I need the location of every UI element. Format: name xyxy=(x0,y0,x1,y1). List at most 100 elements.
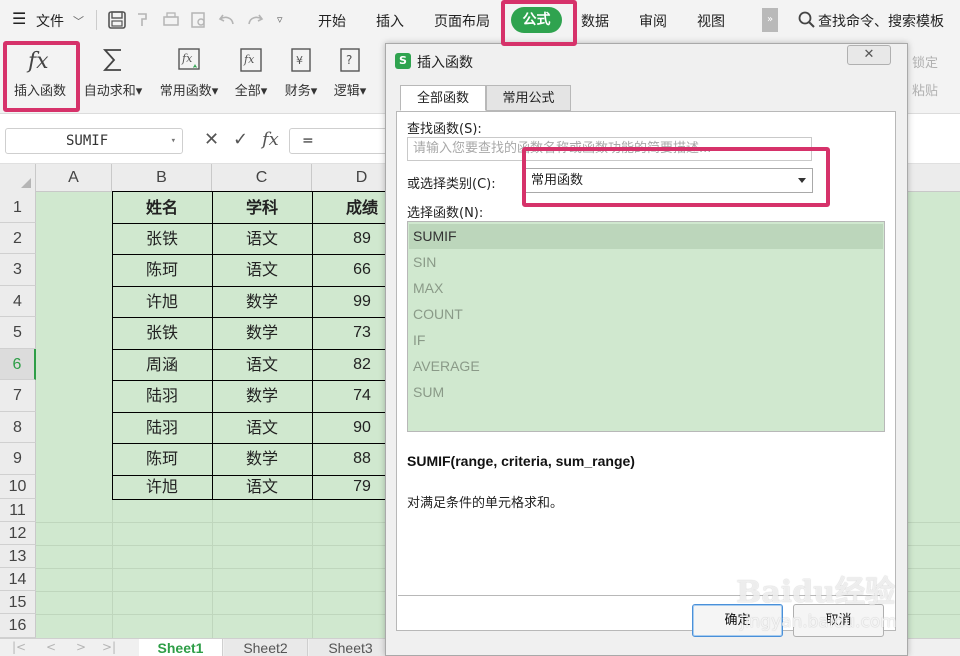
table-cell[interactable]: 陈珂 xyxy=(112,443,212,475)
paste-label[interactable]: 粘贴 xyxy=(912,80,938,99)
header-cell-name[interactable]: 姓名 xyxy=(112,192,212,223)
tab-data[interactable]: 数据 xyxy=(581,11,609,31)
command-search[interactable]: 查找命令、搜索模板 xyxy=(818,11,944,31)
last-sheet-icon[interactable]: >| xyxy=(102,640,116,654)
quick-access-dropdown-icon[interactable]: ▿ xyxy=(277,13,283,26)
table-cell[interactable]: 陆羽 xyxy=(112,412,212,443)
tab-view[interactable]: 视图 xyxy=(697,11,725,31)
print-preview-icon[interactable] xyxy=(189,10,209,30)
fx-box-icon: fx xyxy=(240,48,262,72)
column-header-c[interactable]: C xyxy=(212,164,312,192)
cancel-formula-icon[interactable]: ✕ xyxy=(204,129,219,150)
function-list[interactable]: SUMIF SIN MAX COUNT IF AVERAGE SUM xyxy=(407,221,885,432)
finance-label: 财务▾ xyxy=(284,84,318,99)
search-icon[interactable] xyxy=(797,10,817,30)
print-icon[interactable] xyxy=(161,10,181,30)
redo-icon[interactable] xyxy=(245,10,265,30)
sheet-tab-sheet3[interactable]: Sheet3 xyxy=(309,639,393,656)
dialog-title-bar[interactable]: S 插入函数 ✕ xyxy=(386,44,907,78)
table-cell[interactable]: 陈珂 xyxy=(112,254,212,286)
table-cell[interactable]: 语文 xyxy=(212,254,312,286)
wps-logo-icon: S xyxy=(395,53,411,69)
column-header-b[interactable]: B xyxy=(112,164,212,192)
row-header[interactable]: 4 xyxy=(0,286,36,317)
first-sheet-icon[interactable]: |< xyxy=(12,640,26,654)
all-functions-button[interactable]: fx 全部▾ xyxy=(230,40,272,110)
format-painter-icon[interactable] xyxy=(134,10,154,30)
tab-home[interactable]: 开始 xyxy=(318,11,346,31)
save-icon[interactable] xyxy=(107,10,127,30)
formula-input[interactable]: = xyxy=(289,128,399,154)
table-cell[interactable]: 许旭 xyxy=(112,286,212,317)
watermark-logo: Baidu经验 xyxy=(736,575,895,610)
row-header[interactable]: 14 xyxy=(0,568,36,591)
table-cell[interactable]: 张铁 xyxy=(112,223,212,254)
row-header[interactable]: 2 xyxy=(0,223,36,254)
name-box-dropdown-icon[interactable]: ▾ xyxy=(171,129,176,153)
confirm-formula-icon[interactable]: ✓ xyxy=(233,129,248,150)
row-header[interactable]: 1 xyxy=(0,192,36,223)
chevron-down-icon[interactable]: ﹀ xyxy=(73,13,84,29)
row-header-active[interactable]: 6 xyxy=(0,349,36,380)
table-cell[interactable]: 张铁 xyxy=(112,317,212,349)
list-item-selected[interactable]: SUMIF xyxy=(409,224,883,249)
row-header[interactable]: 9 xyxy=(0,443,36,475)
menu-file[interactable]: 文件 xyxy=(36,11,64,31)
row-header[interactable]: 5 xyxy=(0,317,36,349)
dialog-title: 插入函数 xyxy=(417,55,473,71)
row-header[interactable]: 7 xyxy=(0,380,36,412)
table-cell[interactable]: 周涵 xyxy=(112,349,212,380)
list-item[interactable]: IF xyxy=(409,328,883,353)
tab-common-formulas[interactable]: 常用公式 xyxy=(486,85,571,111)
lock-label[interactable]: 锁定 xyxy=(912,52,938,71)
fx-icon[interactable]: fx xyxy=(262,129,279,150)
common-functions-button[interactable]: fx 常用函数▾ xyxy=(154,40,224,110)
tab-review[interactable]: 审阅 xyxy=(639,11,667,31)
table-cell[interactable]: 语文 xyxy=(212,475,312,499)
row-header[interactable]: 8 xyxy=(0,412,36,443)
row-header[interactable]: 13 xyxy=(0,545,36,568)
list-item[interactable]: AVERAGE xyxy=(409,354,883,379)
row-header[interactable]: 11 xyxy=(0,499,36,522)
highlight-insert-function xyxy=(3,41,80,112)
name-box[interactable]: SUMIF ▾ xyxy=(5,128,183,154)
row-header[interactable]: 12 xyxy=(0,522,36,545)
list-item[interactable]: COUNT xyxy=(409,302,883,327)
list-item[interactable]: SIN xyxy=(409,250,883,275)
table-cell[interactable]: 数学 xyxy=(212,443,312,475)
row-header[interactable]: 10 xyxy=(0,475,36,499)
sheet-tab-sheet2[interactable]: Sheet2 xyxy=(224,639,308,656)
hamburger-menu-icon[interactable]: ☰ xyxy=(12,9,26,28)
table-cell[interactable]: 许旭 xyxy=(112,475,212,499)
table-cell[interactable]: 数学 xyxy=(212,380,312,412)
finance-button[interactable]: ¥ 财务▾ xyxy=(279,40,323,110)
prev-sheet-icon[interactable]: < xyxy=(46,640,56,654)
tab-insert[interactable]: 插入 xyxy=(376,11,404,31)
svg-text:?: ? xyxy=(346,53,352,67)
column-header-a[interactable]: A xyxy=(36,164,112,192)
logic-button[interactable]: ? 逻辑▾ xyxy=(328,40,372,110)
row-header[interactable]: 3 xyxy=(0,254,36,286)
tab-page-layout[interactable]: 页面布局 xyxy=(434,11,490,31)
close-button[interactable]: ✕ xyxy=(847,45,891,65)
autosum-button[interactable]: 自动求和▾ xyxy=(78,40,148,110)
next-sheet-icon[interactable]: > xyxy=(76,640,86,654)
table-cell[interactable]: 数学 xyxy=(212,286,312,317)
select-all-corner[interactable] xyxy=(0,164,36,192)
row-header[interactable]: 16 xyxy=(0,614,36,638)
table-cell[interactable]: 语文 xyxy=(212,349,312,380)
table-cell[interactable]: 语文 xyxy=(212,412,312,443)
table-cell[interactable]: 陆羽 xyxy=(112,380,212,412)
list-item[interactable]: MAX xyxy=(409,276,883,301)
list-item[interactable]: SUM xyxy=(409,380,883,405)
header-cell-subject[interactable]: 学科 xyxy=(212,192,312,223)
sheet-tab-sheet1[interactable]: Sheet1 xyxy=(139,639,223,656)
table-cell[interactable]: 语文 xyxy=(212,223,312,254)
undo-icon[interactable] xyxy=(217,10,237,30)
tab-all-functions[interactable]: 全部函数 xyxy=(400,85,486,111)
row-header[interactable]: 15 xyxy=(0,591,36,614)
more-tabs-button[interactable]: » xyxy=(762,8,778,32)
function-syntax: SUMIF(range, criteria, sum_range) xyxy=(407,453,635,469)
table-cell[interactable]: 数学 xyxy=(212,317,312,349)
all-functions-label: 全部▾ xyxy=(234,84,268,99)
